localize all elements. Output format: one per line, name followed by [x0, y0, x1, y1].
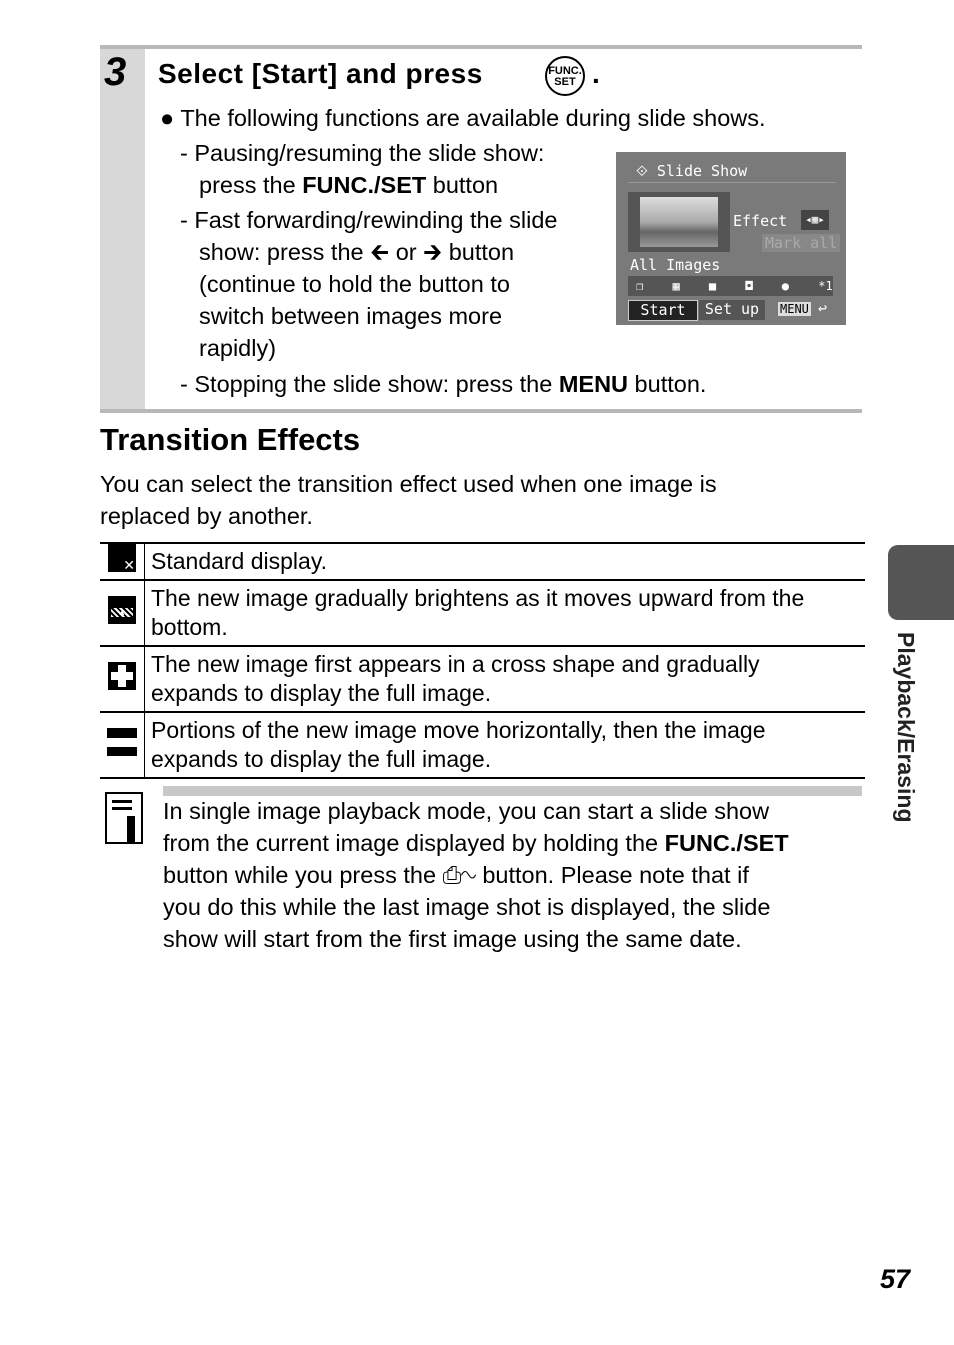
bold-text: FUNC./SET [302, 172, 427, 198]
text: *1 [818, 279, 833, 293]
section-title: Transition Effects [100, 422, 361, 457]
text: The new image gradually brightens as it … [151, 585, 805, 611]
lcd-thumbnail [628, 192, 730, 252]
text: Fast forwarding/rewinding the slide [194, 207, 558, 233]
brighten-upward-icon: ▲ [108, 595, 136, 624]
lcd-setup: Set up [699, 300, 765, 320]
text: switch between images more [199, 303, 503, 329]
text: show: press the [199, 239, 364, 265]
intro-text: replaced by another. [100, 503, 313, 529]
table-row: ▲ The new image gradually brightens as it… [100, 579, 865, 647]
lcd-mark-all: Mark all [762, 234, 841, 252]
text: The new image first appears in a cross s… [151, 651, 760, 677]
table-row: Portions of the new image move horizonta… [100, 711, 865, 779]
lcd-effect-icon: ◂▦▸ [801, 210, 829, 230]
step-number: 3 [104, 50, 127, 94]
note-text: you do this while the last image shot is… [163, 894, 771, 920]
page-number: 57 [880, 1264, 911, 1294]
table-row: ✕ Standard display. [100, 542, 865, 581]
step-title: Select [Start] and press [158, 58, 483, 89]
lcd-title: ⟐ Slide Show [636, 162, 748, 180]
text: Slide Show [656, 162, 748, 180]
text: Portions of the new image move horizonta… [151, 717, 766, 743]
step-title-period: . [592, 58, 601, 89]
effect-text: The new image first appears in a cross s… [144, 645, 865, 713]
horizontal-bar-icon [107, 727, 137, 756]
table-row: The new image first appears in a cross s… [100, 645, 865, 713]
lcd-icon-bar: ❐ ▦ ■ ◘ ● *1 [628, 276, 833, 296]
text: expands to display the full image. [151, 680, 492, 706]
text: button [448, 239, 515, 265]
bullet-text: ● The following functions are available … [160, 105, 766, 131]
text: press the [199, 172, 303, 198]
text: (continue to hold the button to [199, 271, 510, 297]
note-text: In single image playback mode, you can s… [163, 798, 770, 824]
item-ff: - Fast forwarding/rewinding the slide [180, 207, 558, 233]
lcd-screenshot: ⟐ Slide Show Effect ◂▦▸ Mark all All Ima… [616, 152, 846, 325]
bold-text: FUNC./SET [664, 830, 789, 856]
effect-text: Standard display. [144, 542, 865, 581]
manual-page: 3 Select [Start] and press FUNC. SET . ● … [0, 0, 954, 1345]
item-pause: - Pausing/resuming the slide show: [180, 140, 545, 166]
standard-display-icon: ✕ [108, 544, 136, 572]
note-text: button while you press the ⎙∿ button. Pl… [163, 859, 749, 891]
note-text: from the current image displayed by hold… [163, 827, 789, 859]
func-set-button-icon: FUNC. SET [545, 56, 585, 96]
item-ff-line2: show: press the 🡰 or 🡲 button [199, 236, 514, 268]
note-text: show will start from the first image usi… [163, 926, 742, 952]
text: expands to display the full image. [151, 746, 492, 772]
bullet-label: The following functions are available du… [180, 105, 766, 131]
text: rapidly) [199, 335, 277, 361]
text: bottom. [151, 614, 228, 640]
side-tab-label: Playback/Erasing [893, 632, 919, 823]
text: button [426, 172, 499, 198]
effect-text: Portions of the new image move horizonta… [144, 711, 865, 779]
right-arrow-icon: 🡲 [423, 239, 443, 265]
item-pause-line2: press the FUNC./SET button [199, 169, 498, 201]
item-text: Pausing/resuming the slide show: [194, 140, 545, 166]
cross-shape-icon [108, 661, 136, 690]
text: button. Please note that if [482, 862, 749, 888]
lcd-start: Start [628, 300, 698, 321]
lcd-return-icon: ↩ [818, 299, 828, 317]
text: or [395, 239, 417, 265]
lcd-effect: Effect [733, 212, 788, 230]
text: button. [628, 371, 707, 397]
lcd-all-images: All Images [630, 256, 721, 274]
text: Stopping the slide show: press the [194, 371, 559, 397]
effect-text: The new image gradually brightens as it … [144, 579, 865, 647]
left-arrow-icon: 🡰 [370, 239, 390, 265]
text: from the current image displayed by hold… [163, 830, 665, 856]
bold-text: MENU [558, 371, 629, 397]
side-tab [888, 545, 954, 620]
print-share-icon: ⎙∿ [442, 862, 476, 888]
effects-table: ✕ Standard display. ▲ The new image gradua… [100, 542, 865, 779]
step-column [100, 49, 145, 409]
text: button while you press the [163, 862, 437, 888]
note-icon [105, 792, 143, 844]
item-stop: - Stopping the slide show: press the MEN… [180, 371, 707, 397]
lcd-menu: MENU [778, 302, 811, 316]
intro-text: You can select the transition effect use… [100, 471, 717, 497]
